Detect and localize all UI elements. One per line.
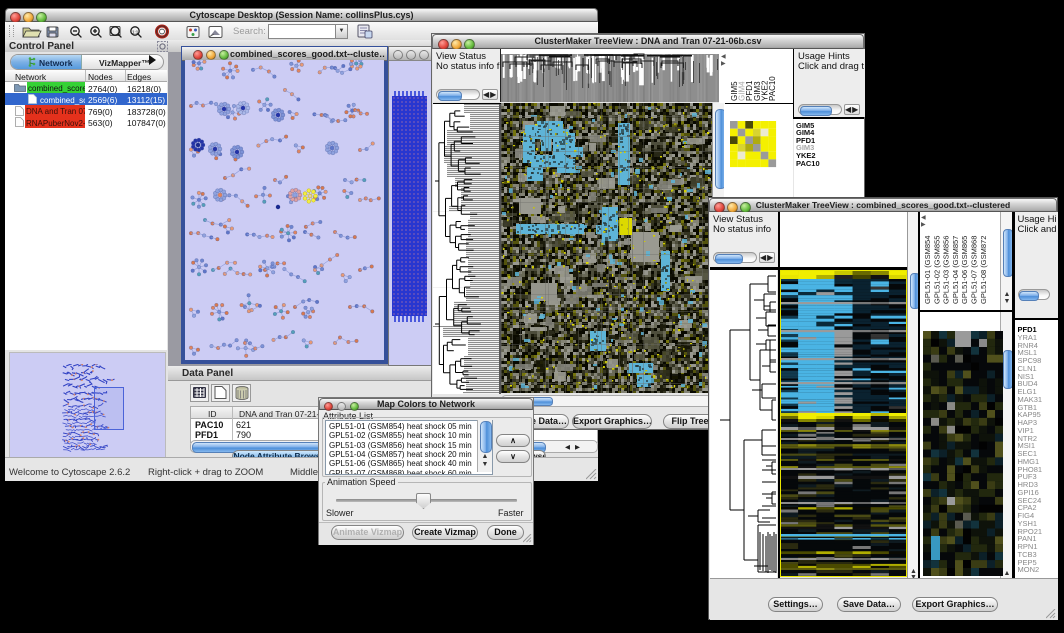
svg-text:GPL51-01 (GSM854: GPL51-01 (GSM854 xyxy=(923,236,932,304)
svg-text:GPL51-08 (GSM872: GPL51-08 (GSM872 xyxy=(979,236,988,304)
svg-text:GPL51-06 (GSM865: GPL51-06 (GSM865 xyxy=(960,236,969,304)
svg-text:1:1: 1:1 xyxy=(132,30,139,35)
svg-text:GPL51-02 (GSM855: GPL51-02 (GSM855 xyxy=(932,236,941,304)
svg-text:PAC10: PAC10 xyxy=(768,76,777,101)
svg-text:GPL51-04 (GSM857: GPL51-04 (GSM857 xyxy=(951,236,960,304)
svg-text:GPL51-07 (GSM868: GPL51-07 (GSM868 xyxy=(970,236,979,304)
svg-text:GPL51-03 (GSM856: GPL51-03 (GSM856 xyxy=(942,236,951,304)
